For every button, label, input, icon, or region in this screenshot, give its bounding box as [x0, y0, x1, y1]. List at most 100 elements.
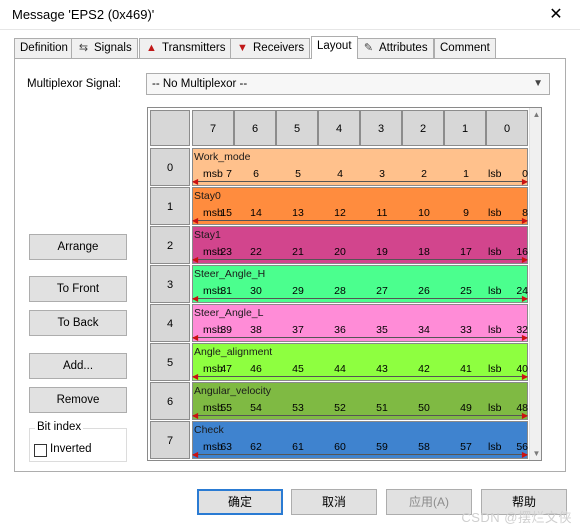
bit-number: 26	[418, 285, 430, 297]
row-header: 3	[150, 265, 190, 303]
bit-number: 57	[460, 441, 472, 453]
grid-corner	[150, 110, 190, 146]
bit-number: 49	[460, 402, 472, 414]
inverted-label[interactable]: Inverted	[50, 443, 92, 455]
tab-transmitters[interactable]: ▲ Transmitters	[139, 38, 232, 58]
tab-attributes[interactable]: ✎ Attributes	[356, 38, 434, 58]
to-front-button[interactable]: To Front	[29, 276, 127, 302]
tab-definition[interactable]: Definition	[14, 38, 74, 58]
bit-number: 27	[376, 285, 388, 297]
tab-comment[interactable]: Comment	[434, 38, 496, 58]
bit-number: 44	[334, 363, 346, 375]
apply-button[interactable]: 应用(A)	[386, 489, 472, 515]
msb-arrow-icon: ◀	[192, 333, 199, 342]
cancel-button[interactable]: 取消	[291, 489, 377, 515]
msb-arrow-icon: ◀	[192, 450, 199, 459]
multiplexor-label: Multiplexor Signal:	[27, 78, 121, 90]
receiver-icon: ▼	[237, 42, 248, 54]
msb-arrow-icon: ◀	[192, 372, 199, 381]
signal-name: Stay0	[194, 190, 221, 202]
bit-number: 18	[418, 246, 430, 258]
bit-number: 35	[376, 324, 388, 336]
row-header: 0	[150, 148, 190, 186]
vertical-scrollbar[interactable]: ▲ ▼	[529, 108, 541, 460]
inverted-checkbox[interactable]	[34, 444, 47, 457]
bit-number: 6	[253, 168, 259, 180]
signal-block[interactable]: Stay1 msb lsb 23 22 21 20 19 18 17 16 ◀ ▶	[192, 226, 528, 264]
signal-span-line	[193, 454, 527, 455]
attributes-icon: ✎	[363, 42, 374, 54]
lsb-arrow-icon: ▶	[521, 411, 528, 420]
bit-number: 5	[295, 168, 301, 180]
bit-number: 2	[421, 168, 427, 180]
bit-number: 52	[334, 402, 346, 414]
bit-number: 34	[418, 324, 430, 336]
bit-number: 22	[250, 246, 262, 258]
bit-number: 38	[250, 324, 262, 336]
msb-arrow-icon: ◀	[192, 216, 199, 225]
arrange-button[interactable]: Arrange	[29, 234, 127, 260]
row-header: 6	[150, 382, 190, 420]
close-button[interactable]: ✕	[546, 5, 566, 25]
bit-number: 1	[463, 168, 469, 180]
bit-number: 45	[292, 363, 304, 375]
tab-layout[interactable]: Layout	[311, 36, 358, 59]
signal-block[interactable]: Stay0 msb lsb 15 14 13 12 11 10 9 8 ◀ ▶	[192, 187, 528, 225]
signal-span-line	[193, 376, 527, 377]
multiplexor-select[interactable]: -- No Multiplexor -- ▼	[146, 73, 550, 95]
bit-number: 62	[250, 441, 262, 453]
bit-number: 25	[460, 285, 472, 297]
lsb-arrow-icon: ▶	[521, 216, 528, 225]
msb-arrow-icon: ◀	[192, 411, 199, 420]
remove-button[interactable]: Remove	[29, 387, 127, 413]
signal-block[interactable]: Steer_Angle_H msb lsb 31 30 29 28 27 26 25 24 ◀ ▶	[192, 265, 528, 303]
scroll-up-icon[interactable]: ▲	[530, 108, 541, 121]
signal-name: Angle_alignment	[194, 346, 273, 358]
bit-number: 46	[250, 363, 262, 375]
signal-block[interactable]: Steer_Angle_L msb lsb 39 38 37 36 35 34 33 32 ◀ ▶	[192, 304, 528, 342]
scroll-down-icon[interactable]: ▼	[530, 447, 541, 460]
column-header: 5	[276, 110, 318, 146]
lsb-arrow-icon: ▶	[521, 177, 528, 186]
to-back-button[interactable]: To Back	[29, 310, 127, 336]
bit-number: 13	[292, 207, 304, 219]
lsb-arrow-icon: ▶	[521, 450, 528, 459]
bit-number: 3	[379, 168, 385, 180]
bit-number: 7	[226, 168, 232, 180]
column-header: 7	[192, 110, 234, 146]
row-header: 5	[150, 343, 190, 381]
ok-button[interactable]: 确定	[197, 489, 283, 515]
layout-grid: ▲ ▼ 7 6 5 4 3 2 1 0 0 Work_mode msb lsb 7 6 5 4 3 2 1 0 ◀ ▶ 1 S…	[147, 107, 542, 461]
tab-receivers[interactable]: ▼ Receivers	[230, 38, 311, 58]
bit-number: 10	[418, 207, 430, 219]
signal-block[interactable]: Work_mode msb lsb 7 6 5 4 3 2 1 0 ◀ ▶	[192, 148, 528, 186]
signal-block[interactable]: Angular_velocity msb lsb 55 54 53 52 51 50 49 48 ◀ ▶	[192, 382, 528, 420]
bit-number: 20	[334, 246, 346, 258]
bit-number: 60	[334, 441, 346, 453]
bit-number: 59	[376, 441, 388, 453]
multiplexor-value: -- No Multiplexor --	[152, 78, 248, 90]
bit-number: 19	[376, 246, 388, 258]
column-header: 6	[234, 110, 276, 146]
bit-number: 54	[250, 402, 262, 414]
bit-number: 28	[334, 285, 346, 297]
msb-arrow-icon: ◀	[192, 294, 199, 303]
signal-span-line	[193, 298, 527, 299]
signal-block[interactable]: Angle_alignment msb lsb 47 46 45 44 43 42 41 40 ◀ ▶	[192, 343, 528, 381]
signal-span-line	[193, 415, 527, 416]
bit-number: 50	[418, 402, 430, 414]
bit-number: 21	[292, 246, 304, 258]
signals-icon: ⇆	[78, 42, 89, 54]
signal-name: Angular_velocity	[194, 385, 272, 397]
signal-block[interactable]: Check msb lsb 63 62 61 60 59 58 57 56 ◀ ▶	[192, 421, 528, 459]
tab-signals[interactable]: ⇆ Signals	[71, 38, 138, 58]
bit-index-group: Bit index Inverted	[29, 421, 127, 462]
signal-span-line	[193, 181, 527, 182]
row-header: 2	[150, 226, 190, 264]
lsb-arrow-icon: ▶	[521, 333, 528, 342]
bit-number: 37	[292, 324, 304, 336]
bit-index-label: Bit index	[35, 421, 84, 433]
signal-span-line	[193, 220, 527, 221]
lsb-arrow-icon: ▶	[521, 372, 528, 381]
add-button[interactable]: Add...	[29, 353, 127, 379]
